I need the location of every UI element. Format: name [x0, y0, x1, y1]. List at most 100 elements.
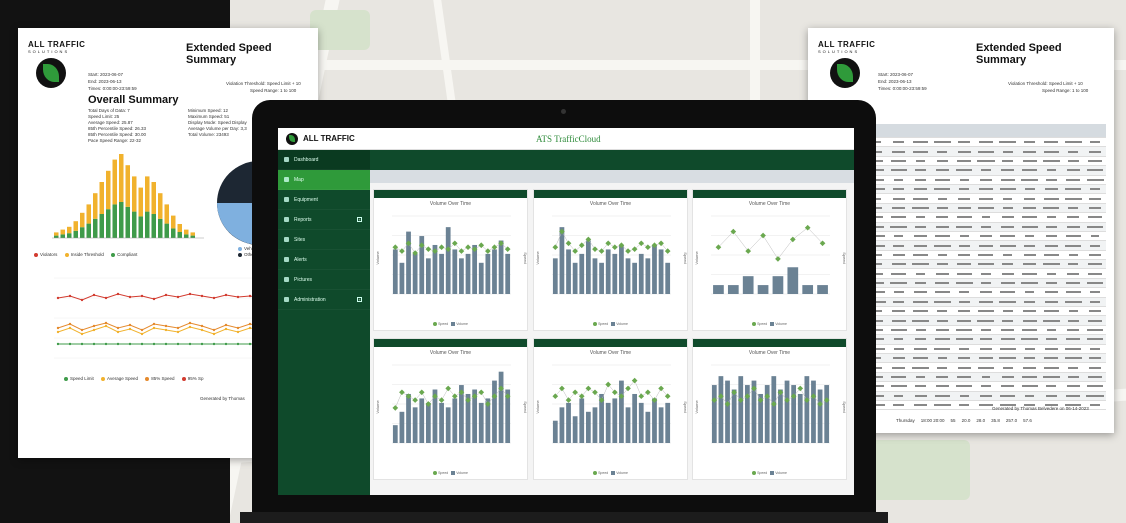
table-cell [1062, 345, 1084, 353]
table-cell [1084, 392, 1106, 400]
table-cell [931, 373, 953, 381]
table-cell [997, 194, 1019, 202]
histogram-bar [164, 223, 169, 238]
histogram-bar [119, 154, 124, 202]
table-cell [997, 213, 1019, 221]
volume-bar [412, 407, 418, 443]
table-cell [1062, 223, 1084, 231]
sidebar-item-alerts[interactable]: Alerts [278, 250, 370, 270]
sidebar-item-dashboard[interactable]: Dashboard [278, 150, 370, 170]
sites-icon [284, 237, 289, 242]
table-cell [1019, 232, 1041, 240]
table-cell [910, 335, 932, 343]
speed-point [478, 389, 485, 396]
table-row [866, 363, 1106, 373]
table-cell [1019, 176, 1041, 184]
table-cell [953, 335, 975, 343]
volume-bar [425, 258, 431, 294]
table-cell [1019, 269, 1041, 277]
table-cell [1062, 176, 1084, 184]
volume-bar [811, 380, 816, 443]
trend-point [140, 332, 144, 336]
sidebar-item-reports[interactable]: Reports + [278, 210, 370, 230]
table-cell [975, 194, 997, 202]
table-cell [931, 157, 953, 165]
volume-chart-card[interactable]: Volume Over Time Volume Speed Speed Volume [533, 189, 688, 331]
table-cell [953, 288, 975, 296]
table-cell [997, 147, 1019, 155]
table-cell [1019, 298, 1041, 306]
camera-icon [284, 277, 289, 282]
table-cell [1041, 392, 1063, 400]
histogram-bar [112, 159, 117, 205]
table-cell [888, 307, 910, 315]
histogram-bar [99, 214, 104, 238]
volume-bar [612, 253, 618, 294]
table-cell [1041, 185, 1063, 193]
table-cell [953, 194, 975, 202]
speed-histogram [52, 154, 204, 239]
table-cell [1062, 335, 1084, 343]
sidebar-item-pictures[interactable]: Pictures [278, 270, 370, 290]
sidebar-item-administration[interactable]: Administration + [278, 290, 370, 310]
trend-point [128, 327, 132, 331]
trend-point [164, 342, 168, 346]
trend-point [224, 327, 228, 331]
trend-point [80, 342, 84, 346]
speed-legend-label: Speed [438, 470, 449, 475]
volume-chart-card[interactable]: Volume Over Time Volume Speed Speed Volume [373, 189, 528, 331]
table-row [866, 335, 1106, 345]
sidebar-item-sites[interactable]: Sites [278, 230, 370, 250]
table-cell [953, 269, 975, 277]
gear-icon [284, 297, 289, 302]
table-cell [1062, 298, 1084, 306]
volume-chart-card[interactable]: Volume Over Time Volume Speed Speed Volume [692, 189, 847, 331]
trend-point [236, 342, 240, 346]
trend-point [224, 293, 228, 297]
table-cell [1084, 316, 1106, 324]
volume-chart-card[interactable]: Volume Over Time Volume Speed Speed Volume [533, 338, 688, 480]
table-cell [975, 316, 997, 324]
table-cell [997, 354, 1019, 362]
histogram-bar [73, 230, 78, 238]
expand-icon[interactable]: + [357, 217, 362, 222]
volume-chart-card[interactable]: Volume Over Time Volume Speed Speed Volume [373, 338, 528, 480]
report-end: End: 2023-06-13 [88, 79, 122, 84]
volume-bar [742, 276, 754, 294]
table-cell [1062, 241, 1084, 249]
volume-bar [579, 253, 585, 294]
table-row [866, 232, 1106, 242]
table-cell [1019, 185, 1041, 193]
table-cell [975, 260, 997, 268]
table-cell [1041, 241, 1063, 249]
trend-point [212, 332, 216, 336]
table-cell [888, 298, 910, 306]
sidebar-item-map[interactable]: Map [278, 170, 370, 190]
volume-bar [778, 389, 783, 443]
card-header [374, 190, 527, 198]
histogram-bar [158, 218, 163, 238]
equipment-icon [284, 197, 289, 202]
speed-line [555, 231, 668, 252]
volume-bar [612, 398, 618, 443]
table-cell [1084, 260, 1106, 268]
expand-icon[interactable]: + [357, 297, 362, 302]
laptop: ALL TRAFFIC ATS TrafficCloud Dashboard M… [252, 100, 876, 523]
table-cell [1019, 279, 1041, 287]
table-cell [1062, 307, 1084, 315]
app-logo[interactable]: ALL TRAFFIC [286, 133, 355, 145]
card-legend: Speed Volume [374, 471, 527, 475]
histogram-bar [93, 218, 98, 238]
table-cell [997, 223, 1019, 231]
trend-point [140, 294, 144, 298]
histogram-bar [125, 206, 130, 238]
sidebar-item-equipment[interactable]: Equipment [278, 190, 370, 210]
histogram-bar [60, 229, 65, 235]
table-cell [1041, 326, 1063, 334]
volume-chart-card[interactable]: Volume Over Time Volume Speed Speed Volume [692, 338, 847, 480]
report-logo: ALL TRAFFIC SOLUTIONS [818, 40, 876, 54]
table-cell [888, 213, 910, 221]
table-cell [997, 279, 1019, 287]
card-title: Volume Over Time [589, 201, 632, 207]
trend-point [224, 323, 228, 327]
